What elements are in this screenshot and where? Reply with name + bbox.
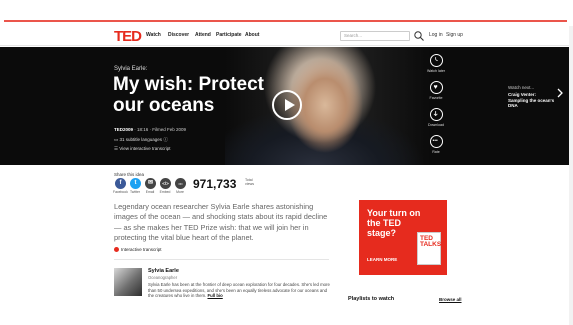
nav-link-discover[interactable]: Discover — [168, 32, 189, 38]
info-icon: ⓘ — [162, 137, 168, 142]
nav-link-watch[interactable]: Watch — [146, 32, 161, 38]
favorite-button[interactable]: ♥ Favorite — [424, 81, 448, 100]
bio-speaker-role: Oceanographer — [148, 275, 178, 280]
talk-description: Legendary ocean researcher Sylvia Earle … — [114, 202, 328, 243]
watch-next-label: Watch next... — [508, 85, 535, 90]
download-label: Download — [428, 123, 444, 127]
speaker-photo[interactable] — [114, 268, 142, 296]
share-label-embed: Embed — [159, 190, 171, 194]
full-bio-link[interactable]: Full bio — [207, 293, 222, 298]
share-label-twitter: Twitter — [130, 190, 140, 194]
heart-icon: ♥ — [429, 81, 443, 94]
interactive-transcript-label: Interactive transcript — [121, 247, 162, 252]
view-count: 971,733 — [193, 177, 237, 191]
talk-title: My wish: Protect our oceans — [113, 74, 264, 116]
dots-icon: ••• — [429, 135, 443, 148]
chevron-right-icon[interactable] — [557, 88, 563, 98]
playlists-title: Playlists to watch — [348, 296, 395, 302]
browser-top-area — [0, 0, 573, 26]
share-label-email: Email — [145, 190, 155, 194]
watch-later-button[interactable]: Watch later — [424, 54, 448, 73]
talk-duration: · 18:16 · — [133, 127, 153, 132]
rate-label: Rate — [432, 150, 440, 154]
browser-accent-line — [4, 20, 567, 22]
facebook-icon[interactable]: f — [115, 178, 126, 189]
transcript-dot-icon — [114, 247, 119, 252]
learn-more-button[interactable]: LEARN MORE — [367, 257, 397, 262]
speaker-name: Sylvia Earle: — [114, 66, 148, 72]
share-label-more: More — [176, 190, 184, 194]
subtitles-label: 31 subtitle languages — [119, 137, 163, 142]
signup-link[interactable]: Sign up — [446, 32, 463, 38]
page-scrollbar[interactable] — [569, 26, 573, 325]
email-icon[interactable]: ✉ — [145, 178, 156, 189]
view-count-label: Total views — [245, 178, 254, 186]
watch-next-panel[interactable]: Watch next... Craig Venter: Sampling the… — [508, 85, 556, 109]
favorite-label: Favorite — [429, 96, 443, 100]
nav-link-about[interactable]: About — [245, 32, 259, 38]
more-icon[interactable]: ••• — [175, 178, 186, 189]
download-button[interactable]: Download — [424, 108, 448, 127]
bio-speaker-name[interactable]: Sylvia Earle — [148, 268, 179, 274]
rate-button[interactable]: ••• Rate — [424, 135, 448, 154]
login-link[interactable]: Log in — [429, 32, 443, 38]
search-icon[interactable] — [413, 30, 425, 42]
watch-next-title[interactable]: Craig Venter: Sampling the ocean's DNA — [508, 92, 556, 109]
bio-text: Sylvia Earle has been at the frontier of… — [148, 282, 333, 299]
video-hero[interactable]: Sylvia Earle: My wish: Protect our ocean… — [0, 47, 569, 165]
watch-later-label: Watch later — [426, 69, 446, 73]
embed-icon[interactable]: </> — [160, 178, 171, 189]
browse-all-link[interactable]: Browse all — [439, 297, 462, 302]
transcript-label: View interactive transcript — [119, 146, 171, 151]
talk-meta: TED2009 · 18:16 · Filmed Feb 2009 — [114, 127, 186, 132]
view-transcript-link[interactable]: ☰ View interactive transcript — [114, 146, 170, 152]
clock-icon — [429, 54, 443, 67]
subtitle-languages[interactable]: ▭ 31 subtitle languages ⓘ — [114, 137, 168, 143]
search-placeholder: Search... — [344, 33, 363, 38]
share-title: Share this idea — [114, 172, 145, 177]
nav-link-attend[interactable]: Attend — [195, 32, 211, 38]
ted-stage-ad[interactable]: Your turn on the TED stage? LEARN MORE T… — [359, 200, 447, 275]
download-icon — [429, 108, 443, 121]
share-label-facebook: Facebook — [113, 190, 128, 194]
twitter-icon[interactable]: t — [130, 178, 141, 189]
interactive-transcript-link[interactable]: Interactive transcript — [114, 247, 162, 252]
talk-filmed: Filmed Feb 2009 — [152, 127, 187, 132]
bio-body: Sylvia Earle has been at the frontier of… — [148, 282, 330, 299]
nav-link-participate[interactable]: Participate — [216, 32, 242, 38]
search-input[interactable]: Search... — [340, 31, 410, 41]
top-nav: TED Watch Discover Attend Participate Ab… — [0, 26, 569, 46]
divider — [114, 259, 329, 260]
book-image: TED TALKS — [417, 232, 441, 265]
ted-logo[interactable]: TED — [114, 28, 142, 45]
talk-event[interactable]: TED2009 — [114, 127, 133, 132]
play-button[interactable] — [272, 90, 302, 120]
book-title: TED TALKS — [420, 235, 442, 248]
